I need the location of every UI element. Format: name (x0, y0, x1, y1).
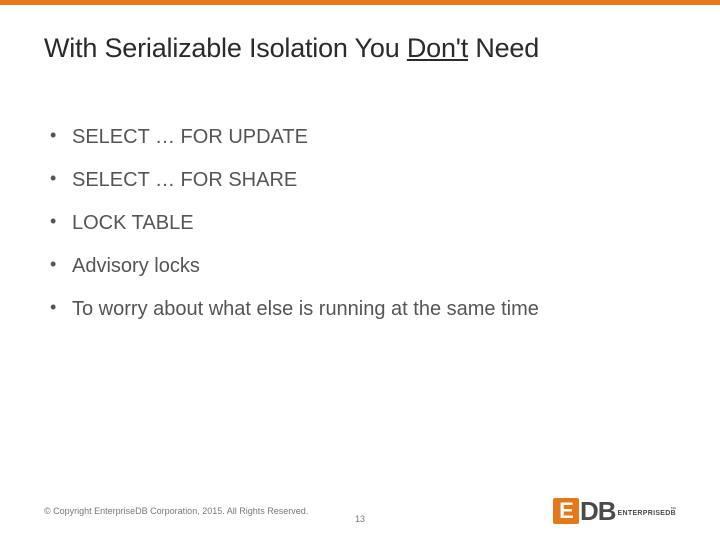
slide-title: With Serializable Isolation You Don't Ne… (44, 33, 676, 64)
page-number: 13 (355, 514, 365, 524)
list-item: SELECT … FOR SHARE (44, 167, 676, 193)
bullet-list: SELECT … FOR UPDATE SELECT … FOR SHARE L… (44, 124, 676, 322)
copyright-text: © Copyright EnterpriseDB Corporation, 20… (44, 506, 308, 516)
list-item: SELECT … FOR UPDATE (44, 124, 676, 150)
title-pre: With Serializable Isolation You (44, 33, 407, 63)
slide-content: With Serializable Isolation You Don't Ne… (0, 5, 720, 322)
list-item: To worry about what else is running at t… (44, 296, 676, 322)
edb-logo: EDB ™ ENTERPRISEDB (553, 498, 676, 524)
edb-logo-sub: ENTERPRISEDB (618, 510, 676, 517)
list-item-text: To worry about what else is running at t… (72, 298, 539, 320)
title-post: Need (468, 33, 539, 63)
list-item-text: LOCK TABLE (72, 212, 194, 234)
edb-logo-textwrap: ™ ENTERPRISEDB (618, 507, 676, 517)
list-item: Advisory locks (44, 253, 676, 279)
list-item-text: SELECT … FOR UPDATE (72, 126, 308, 148)
list-item-text: Advisory locks (72, 255, 200, 277)
list-item: LOCK TABLE (44, 210, 676, 236)
list-item-text: SELECT … FOR SHARE (72, 169, 297, 191)
edb-logo-e: E (553, 498, 579, 524)
title-underlined: Don't (407, 33, 468, 63)
edb-logo-mark: EDB (553, 498, 616, 524)
edb-logo-db: DB (580, 498, 616, 524)
